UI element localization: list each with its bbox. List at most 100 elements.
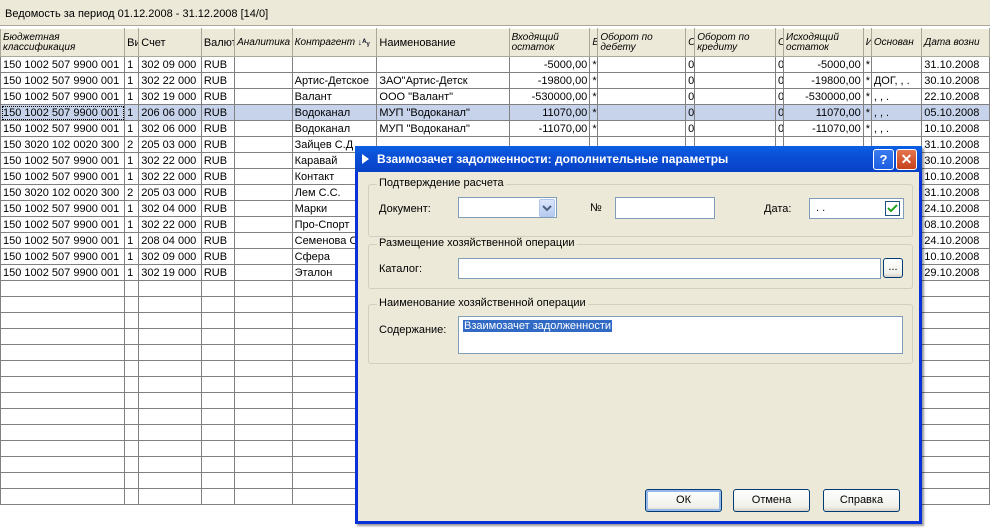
table-cell[interactable] bbox=[0, 280, 126, 297]
table-cell[interactable] bbox=[200, 344, 236, 361]
table-cell[interactable] bbox=[234, 328, 293, 345]
table-cell[interactable]: 2 bbox=[124, 184, 140, 201]
table-cell[interactable] bbox=[0, 488, 126, 505]
table-cell[interactable]: * bbox=[589, 88, 599, 105]
table-cell[interactable] bbox=[138, 376, 202, 393]
table-cell[interactable] bbox=[200, 424, 236, 441]
table-cell[interactable]: 31.10.2008 bbox=[921, 56, 990, 73]
chevron-down-icon[interactable] bbox=[539, 199, 555, 217]
column-header[interactable]: Бюджетная классификация bbox=[0, 28, 126, 57]
date-checkbox[interactable] bbox=[885, 201, 900, 216]
table-cell[interactable]: 10.10.2008 bbox=[921, 120, 990, 137]
table-cell[interactable] bbox=[124, 376, 140, 393]
content-field[interactable]: Взаимозачет задолженности bbox=[458, 316, 903, 354]
table-cell[interactable]: 150 3020 102 0020 300 bbox=[0, 184, 126, 201]
table-cell[interactable] bbox=[0, 408, 126, 425]
table-cell[interactable] bbox=[234, 104, 293, 121]
table-cell[interactable] bbox=[597, 120, 687, 137]
table-cell[interactable]: 302 19 000 bbox=[138, 88, 202, 105]
table-cell[interactable]: RUB bbox=[200, 72, 236, 89]
table-row[interactable]: 150 1002 507 9900 001 1 302 06 000 RUB Водок… bbox=[0, 120, 990, 137]
table-cell[interactable]: * bbox=[589, 72, 599, 89]
catalog-field[interactable] bbox=[458, 258, 881, 279]
table-cell[interactable]: * bbox=[862, 72, 872, 89]
table-cell[interactable] bbox=[234, 248, 293, 265]
table-cell[interactable] bbox=[200, 456, 236, 473]
table-cell[interactable]: 150 1002 507 9900 001 bbox=[0, 200, 126, 217]
number-field[interactable] bbox=[615, 197, 715, 219]
column-header[interactable]: Входящий остаток bbox=[508, 28, 591, 57]
table-cell[interactable] bbox=[0, 392, 126, 409]
table-cell[interactable]: 22.10.2008 bbox=[921, 88, 990, 105]
table-cell[interactable]: 208 04 000 bbox=[138, 232, 202, 249]
table-cell[interactable]: Валант bbox=[291, 88, 378, 105]
table-cell[interactable]: 30.10.2008 bbox=[921, 152, 990, 169]
table-cell[interactable]: 0 bbox=[685, 56, 696, 73]
column-header[interactable]: Счет bbox=[138, 28, 202, 57]
column-header[interactable]: Наименование bbox=[376, 28, 510, 57]
table-cell[interactable] bbox=[138, 488, 202, 505]
table-cell[interactable] bbox=[138, 472, 202, 489]
table-cell[interactable]: RUB bbox=[200, 248, 236, 265]
table-cell[interactable]: 10.10.2008 bbox=[921, 168, 990, 185]
table-cell[interactable]: 302 06 000 bbox=[138, 120, 202, 137]
table-cell[interactable]: 302 22 000 bbox=[138, 168, 202, 185]
table-cell[interactable]: RUB bbox=[200, 88, 236, 105]
column-header[interactable]: Об bbox=[685, 28, 696, 57]
table-cell[interactable]: Водоканал bbox=[291, 104, 378, 121]
table-cell[interactable]: 1 bbox=[124, 216, 140, 233]
table-cell[interactable]: , , . bbox=[870, 104, 923, 121]
table-row[interactable]: 150 1002 507 9900 001 1 302 09 000 RUB -5000… bbox=[0, 56, 990, 73]
table-cell[interactable] bbox=[234, 488, 293, 505]
table-cell[interactable] bbox=[921, 376, 990, 393]
table-cell[interactable] bbox=[234, 200, 293, 217]
table-cell[interactable] bbox=[234, 408, 293, 425]
table-cell[interactable] bbox=[138, 312, 202, 329]
table-cell[interactable] bbox=[0, 472, 126, 489]
table-cell[interactable]: RUB bbox=[200, 120, 236, 137]
table-cell[interactable] bbox=[921, 280, 990, 297]
table-row[interactable]: 150 1002 507 9900 001 1 302 22 000 RUB Артис… bbox=[0, 72, 990, 89]
column-header[interactable]: Ви bbox=[124, 28, 140, 57]
column-header[interactable]: Основан bbox=[870, 28, 923, 57]
column-header[interactable]: О bbox=[774, 28, 785, 57]
document-select[interactable] bbox=[458, 197, 557, 218]
table-cell[interactable] bbox=[0, 312, 126, 329]
table-cell[interactable]: -5000,00 bbox=[783, 56, 864, 73]
table-cell[interactable]: 1 bbox=[124, 232, 140, 249]
table-cell[interactable]: 150 1002 507 9900 001 bbox=[0, 56, 126, 73]
table-cell[interactable]: 150 1002 507 9900 001 bbox=[0, 264, 126, 281]
table-cell[interactable] bbox=[694, 104, 776, 121]
table-cell[interactable]: 302 09 000 bbox=[138, 248, 202, 265]
table-cell[interactable] bbox=[0, 456, 126, 473]
table-cell[interactable]: -11070,00 bbox=[783, 120, 864, 137]
table-cell[interactable] bbox=[234, 168, 293, 185]
table-cell[interactable] bbox=[0, 328, 126, 345]
table-cell[interactable]: 1 bbox=[124, 264, 140, 281]
table-cell[interactable] bbox=[200, 328, 236, 345]
column-header[interactable]: И bbox=[862, 28, 872, 57]
table-cell[interactable]: 302 04 000 bbox=[138, 200, 202, 217]
table-cell[interactable] bbox=[124, 488, 140, 505]
table-cell[interactable]: 29.10.2008 bbox=[921, 264, 990, 281]
table-cell[interactable] bbox=[138, 280, 202, 297]
table-cell[interactable] bbox=[921, 440, 990, 457]
table-cell[interactable] bbox=[0, 344, 126, 361]
table-cell[interactable] bbox=[694, 72, 776, 89]
table-cell[interactable]: * bbox=[589, 104, 599, 121]
table-cell[interactable] bbox=[138, 456, 202, 473]
table-cell[interactable]: 10.10.2008 bbox=[921, 248, 990, 265]
close-icon[interactable]: ✕ bbox=[896, 149, 917, 170]
column-header[interactable]: Валют bbox=[200, 28, 236, 57]
column-header[interactable]: Исходящий остаток bbox=[783, 28, 864, 57]
table-cell[interactable]: 1 bbox=[124, 120, 140, 137]
table-cell[interactable]: 08.10.2008 bbox=[921, 216, 990, 233]
date-field[interactable]: . . bbox=[809, 198, 904, 219]
table-cell[interactable]: ДОГ, , . bbox=[870, 72, 923, 89]
table-cell[interactable] bbox=[138, 296, 202, 313]
table-cell[interactable] bbox=[694, 120, 776, 137]
table-cell[interactable] bbox=[921, 488, 990, 505]
table-cell[interactable]: 31.10.2008 bbox=[921, 136, 990, 153]
table-cell[interactable]: * bbox=[862, 120, 872, 137]
table-cell[interactable] bbox=[234, 440, 293, 457]
